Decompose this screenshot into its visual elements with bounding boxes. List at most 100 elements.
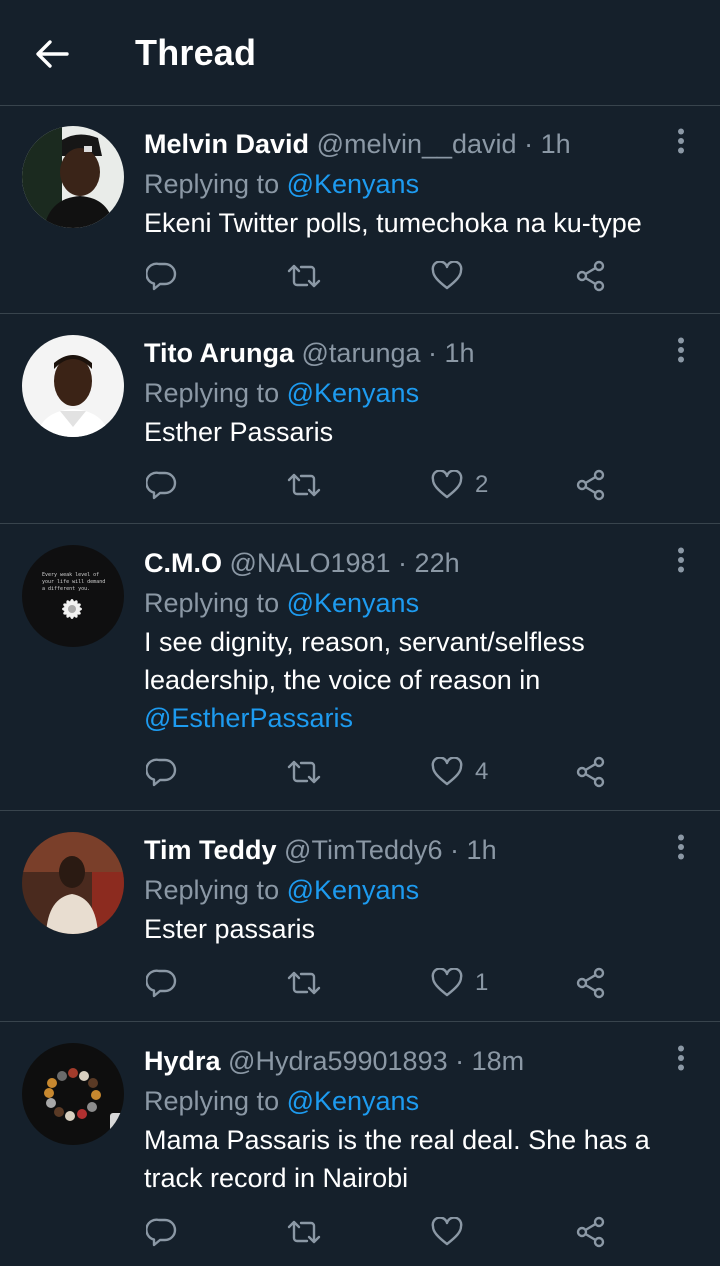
tweet-actions: 2 bbox=[144, 465, 624, 505]
timestamp: 1h bbox=[466, 835, 497, 865]
tweet-text: Ekeni Twitter polls, tumechoka na ku-typ… bbox=[144, 208, 642, 238]
retweet-icon bbox=[287, 473, 321, 497]
replying-to-label: Replying to bbox=[144, 875, 287, 905]
retweet-button[interactable] bbox=[286, 963, 322, 1003]
avatar-image bbox=[22, 832, 124, 934]
separator-dot: · bbox=[398, 548, 408, 578]
replying-to-mention[interactable]: @Kenyans bbox=[287, 378, 419, 408]
share-button[interactable] bbox=[575, 752, 607, 792]
more-options-button[interactable] bbox=[666, 832, 696, 862]
avatar[interactable] bbox=[22, 832, 124, 934]
separator-dot: · bbox=[428, 338, 438, 368]
reply-bubble-icon bbox=[146, 471, 177, 500]
tweet-text: Esther Passaris bbox=[144, 417, 334, 447]
more-options-button[interactable] bbox=[666, 545, 696, 575]
tweet-text: I see dignity, reason, servant/selfless … bbox=[144, 627, 585, 695]
like-count: 2 bbox=[475, 471, 489, 498]
separator-dot: · bbox=[455, 1046, 465, 1076]
tweet-header: Tito Arunga @tarunga · 1h bbox=[144, 333, 660, 373]
display-name[interactable]: Melvin David bbox=[144, 129, 309, 159]
retweet-button[interactable] bbox=[286, 752, 322, 792]
avatar-image bbox=[22, 1043, 124, 1145]
user-handle[interactable]: @TimTeddy6 bbox=[284, 835, 442, 865]
avatar[interactable]: Every weak level of your life will deman… bbox=[22, 545, 124, 647]
retweet-icon bbox=[287, 971, 321, 995]
reply-button[interactable] bbox=[146, 963, 178, 1003]
replying-to-mention[interactable]: @Kenyans bbox=[287, 588, 419, 618]
share-icon bbox=[576, 756, 605, 788]
tweet[interactable]: Every weak level of your life will deman… bbox=[0, 525, 720, 811]
share-button[interactable] bbox=[575, 1212, 607, 1252]
tweet-text: Mama Passaris is the real deal. She has … bbox=[144, 1125, 650, 1193]
avatar-image: Every weak level of your life will deman… bbox=[22, 545, 124, 647]
reply-button[interactable] bbox=[146, 752, 178, 792]
share-button[interactable] bbox=[575, 465, 607, 505]
more-vertical-icon bbox=[678, 128, 684, 154]
replying-to-mention[interactable]: @Kenyans bbox=[287, 169, 419, 199]
more-vertical-icon bbox=[678, 337, 684, 363]
more-options-button[interactable] bbox=[666, 1043, 696, 1073]
separator-dot: · bbox=[450, 835, 460, 865]
avatar-image bbox=[22, 335, 124, 437]
display-name[interactable]: Tito Arunga bbox=[144, 338, 294, 368]
reply-button[interactable] bbox=[146, 1212, 178, 1252]
heart-icon bbox=[431, 968, 463, 997]
avatar[interactable] bbox=[22, 1043, 124, 1145]
like-button[interactable]: 4 bbox=[431, 752, 488, 792]
reply-bubble-icon bbox=[146, 262, 177, 291]
retweet-button[interactable] bbox=[286, 256, 322, 296]
user-handle[interactable]: @Hydra59901893 bbox=[228, 1046, 448, 1076]
like-count: 4 bbox=[475, 758, 489, 785]
replying-to: Replying to @Kenyans bbox=[144, 373, 419, 413]
tweet-text-container: I see dignity, reason, servant/selfless … bbox=[144, 623, 684, 737]
display-name[interactable]: Tim Teddy bbox=[144, 835, 277, 865]
share-button[interactable] bbox=[575, 963, 607, 1003]
user-handle[interactable]: @tarunga bbox=[302, 338, 421, 368]
timestamp: 1h bbox=[444, 338, 475, 368]
replying-to: Replying to @Kenyans bbox=[144, 164, 419, 204]
like-button[interactable]: 1 bbox=[431, 963, 488, 1003]
reply-button[interactable] bbox=[146, 256, 178, 296]
arrow-left-icon bbox=[36, 40, 69, 68]
share-icon bbox=[576, 260, 605, 292]
tweet-text-mention[interactable]: @EstherPassaris bbox=[144, 703, 353, 733]
avatar-image bbox=[22, 126, 124, 228]
back-button[interactable] bbox=[30, 32, 74, 76]
heart-icon bbox=[431, 1217, 463, 1246]
tweet-header: Melvin David @melvin__david · 1h bbox=[144, 124, 660, 164]
display-name[interactable]: Hydra bbox=[144, 1046, 221, 1076]
tweet[interactable]: Tim Teddy @TimTeddy6 · 1h Replying to @K… bbox=[0, 812, 720, 1022]
avatar[interactable] bbox=[22, 126, 124, 228]
separator-dot: · bbox=[524, 129, 534, 159]
tweet[interactable]: Melvin David @melvin__david · 1h Replyin… bbox=[0, 106, 720, 314]
retweet-button[interactable] bbox=[286, 1212, 322, 1252]
more-options-button[interactable] bbox=[666, 126, 696, 156]
display-name[interactable]: C.M.O bbox=[144, 548, 222, 578]
replying-to-mention[interactable]: @Kenyans bbox=[287, 875, 419, 905]
share-icon bbox=[576, 1216, 605, 1248]
tweet[interactable]: Hydra @Hydra59901893 · 18m Replying to @… bbox=[0, 1023, 720, 1266]
tweet-text: Ester passaris bbox=[144, 914, 316, 944]
avatar[interactable] bbox=[22, 335, 124, 437]
page-title: Thread bbox=[135, 32, 257, 73]
share-button[interactable] bbox=[575, 256, 607, 296]
user-handle[interactable]: @melvin__david bbox=[317, 129, 517, 159]
more-options-button[interactable] bbox=[666, 335, 696, 365]
retweet-button[interactable] bbox=[286, 465, 322, 505]
tweet-actions bbox=[144, 1212, 624, 1252]
like-button[interactable] bbox=[431, 256, 475, 296]
user-handle[interactable]: @NALO1981 bbox=[230, 548, 391, 578]
like-button[interactable]: 2 bbox=[431, 465, 488, 505]
tweet[interactable]: Tito Arunga @tarunga · 1h Replying to @K… bbox=[0, 315, 720, 524]
reply-button[interactable] bbox=[146, 465, 178, 505]
timestamp: 18m bbox=[471, 1046, 525, 1076]
tweet-header: Hydra @Hydra59901893 · 18m bbox=[144, 1041, 660, 1081]
replying-to-mention[interactable]: @Kenyans bbox=[287, 1086, 419, 1116]
like-button[interactable] bbox=[431, 1212, 475, 1252]
timestamp: 1h bbox=[540, 129, 571, 159]
replying-to: Replying to @Kenyans bbox=[144, 1081, 419, 1121]
retweet-icon bbox=[287, 1220, 321, 1244]
replying-to-label: Replying to bbox=[144, 169, 287, 199]
more-vertical-icon bbox=[678, 1045, 684, 1071]
retweet-icon bbox=[287, 264, 321, 288]
